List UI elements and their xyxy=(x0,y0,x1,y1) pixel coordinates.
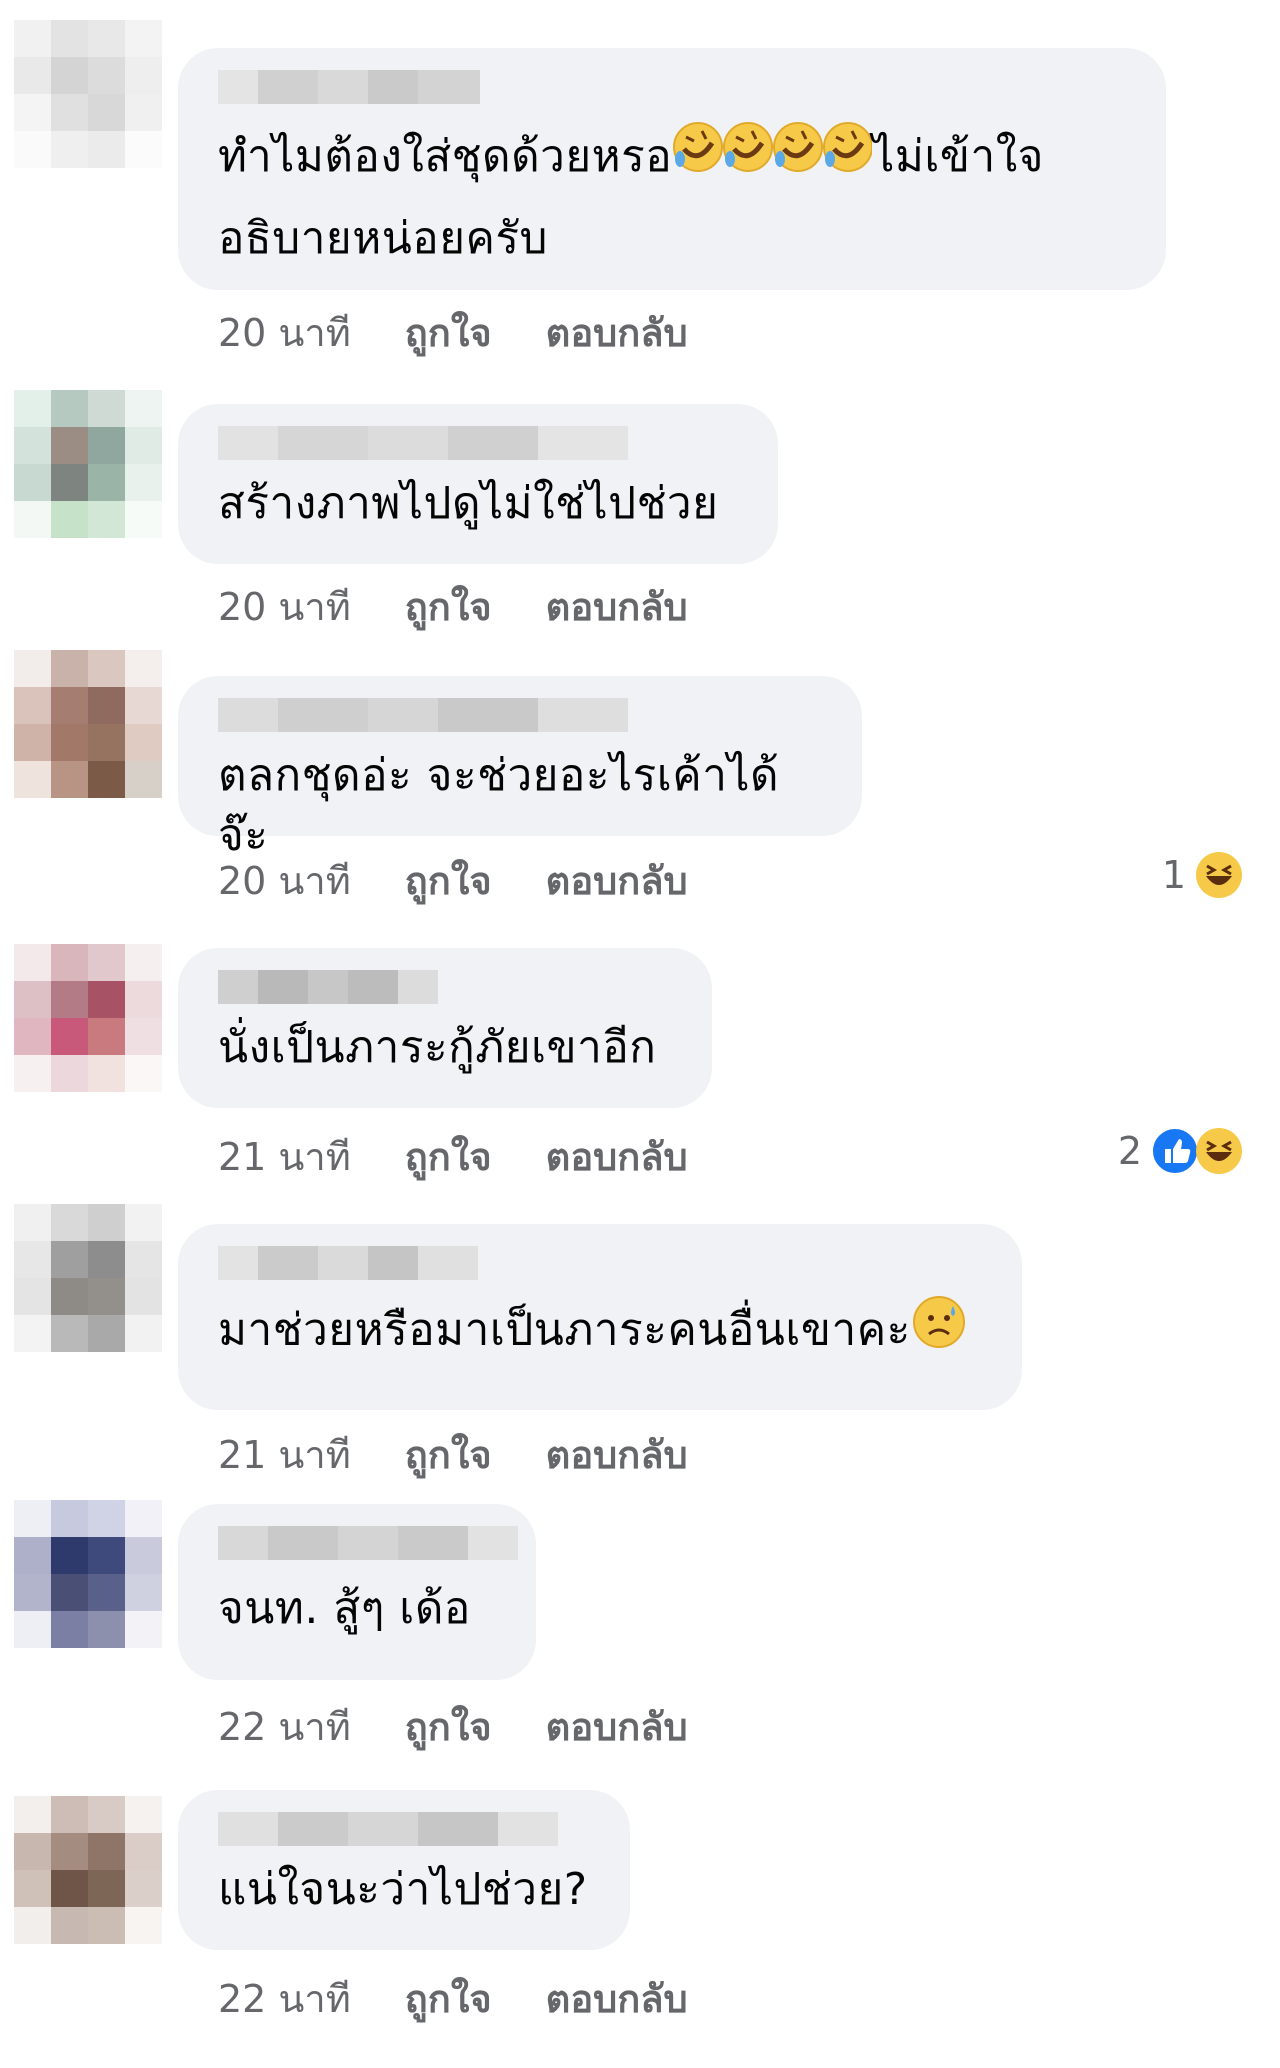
reply-button[interactable]: ตอบกลับ xyxy=(546,1696,688,1757)
avatar[interactable] xyxy=(14,944,162,1092)
comment-bubble: ตลกชุดอ่ะ จะช่วยอะไรเค้าได้จ๊ะ xyxy=(178,676,862,861)
reaction-count: 2 xyxy=(1117,1129,1142,1173)
reply-button[interactable]: ตอบกลับ xyxy=(546,302,688,363)
like-button[interactable]: ถูกใจ xyxy=(405,1424,492,1485)
reply-button[interactable]: ตอบกลับ xyxy=(546,1126,688,1187)
reply-button[interactable]: ตอบกลับ xyxy=(546,1968,688,2029)
timestamp[interactable]: 22 นาที xyxy=(218,1968,351,2029)
avatar[interactable] xyxy=(14,390,162,538)
rofl-emoji xyxy=(672,119,874,200)
reply-button[interactable]: ตอบกลับ xyxy=(546,850,688,911)
comment-text: มาช่วยหรือมาเป็นภาระคนอื่นเขาคะ xyxy=(218,1294,980,1371)
comment-text: จนท. สู้ๆ เด้อ xyxy=(218,1583,471,1634)
author-name-blurred[interactable] xyxy=(218,1812,558,1846)
avatar[interactable] xyxy=(14,20,162,168)
comment-bubble: จนท. สู้ๆ เด้อ xyxy=(178,1504,536,1680)
like-button[interactable]: ถูกใจ xyxy=(405,1968,492,2029)
comment-feed: ทำไมต้องใส่ชุดด้วยหรอ ไม่เข้าใจ อธิบายหน… xyxy=(0,0,1280,2068)
comment-text: นั่งเป็นภาระกู้ภัยเขาอีก xyxy=(218,1022,657,1073)
comment-meta: 20 นาที ถูกใจ ตอบกลับ xyxy=(218,576,688,637)
timestamp[interactable]: 21 นาที xyxy=(218,1424,351,1485)
comment-meta: 22 นาที ถูกใจ ตอบกลับ xyxy=(218,1696,688,1757)
comment-meta: 21 นาที ถูกใจ ตอบกลับ xyxy=(218,1424,688,1485)
sad-sweat-emoji xyxy=(911,1294,967,1371)
timestamp[interactable]: 20 นาที xyxy=(218,850,351,911)
like-button[interactable]: ถูกใจ xyxy=(405,576,492,637)
comment-bubble: มาช่วยหรือมาเป็นภาระคนอื่นเขาคะ xyxy=(178,1224,1022,1410)
comment-text: ทำไมต้องใส่ชุดด้วยหรอ ไม่เข้าใจ อธิบายหน… xyxy=(218,118,1124,278)
author-name-blurred[interactable] xyxy=(218,698,628,732)
like-button[interactable]: ถูกใจ xyxy=(405,850,492,911)
reply-button[interactable]: ตอบกลับ xyxy=(546,1424,688,1485)
comment-meta: 22 นาที ถูกใจ ตอบกลับ xyxy=(218,1968,688,2029)
author-name-blurred[interactable] xyxy=(218,1246,478,1280)
comment-text: ตลกชุดอ่ะ จะช่วยอะไรเค้าได้จ๊ะ xyxy=(218,750,780,861)
comment-bubble: สร้างภาพไปดูไม่ใช่ไปช่วย xyxy=(178,404,778,564)
like-icon xyxy=(1150,1126,1200,1176)
comment-meta: 20 นาที ถูกใจ ตอบกลับ xyxy=(218,850,688,911)
comment-bubble: ทำไมต้องใส่ชุดด้วยหรอ ไม่เข้าใจ อธิบายหน… xyxy=(178,48,1166,290)
timestamp[interactable]: 20 นาที xyxy=(218,302,351,363)
reaction-summary[interactable]: 2 xyxy=(1118,1126,1244,1176)
comment-meta: 20 นาที ถูกใจ ตอบกลับ xyxy=(218,302,688,363)
like-button[interactable]: ถูกใจ xyxy=(405,302,492,363)
avatar[interactable] xyxy=(14,1500,162,1648)
haha-icon xyxy=(1194,850,1244,900)
avatar[interactable] xyxy=(14,1796,162,1944)
comment-text: สร้างภาพไปดูไม่ใช่ไปช่วย xyxy=(218,478,719,529)
author-name-blurred[interactable] xyxy=(218,426,628,460)
reply-button[interactable]: ตอบกลับ xyxy=(546,576,688,637)
author-name-blurred[interactable] xyxy=(218,1526,518,1560)
like-button[interactable]: ถูกใจ xyxy=(405,1696,492,1757)
like-button[interactable]: ถูกใจ xyxy=(405,1126,492,1187)
comment-text: แน่ใจนะว่าไปช่วย? xyxy=(218,1864,588,1915)
reaction-summary[interactable]: 1 xyxy=(1162,850,1244,900)
timestamp[interactable]: 21 นาที xyxy=(218,1126,351,1187)
comment-bubble: นั่งเป็นภาระกู้ภัยเขาอีก xyxy=(178,948,712,1108)
avatar[interactable] xyxy=(14,1204,162,1352)
avatar[interactable] xyxy=(14,650,162,798)
reaction-count: 1 xyxy=(1161,853,1186,897)
author-name-blurred[interactable] xyxy=(218,970,438,1004)
author-name-blurred[interactable] xyxy=(218,70,480,104)
comment-bubble: แน่ใจนะว่าไปช่วย? xyxy=(178,1790,630,1950)
comment-meta: 21 นาที ถูกใจ ตอบกลับ xyxy=(218,1126,688,1187)
timestamp[interactable]: 22 นาที xyxy=(218,1696,351,1757)
haha-icon xyxy=(1194,1126,1244,1176)
timestamp[interactable]: 20 นาที xyxy=(218,576,351,637)
